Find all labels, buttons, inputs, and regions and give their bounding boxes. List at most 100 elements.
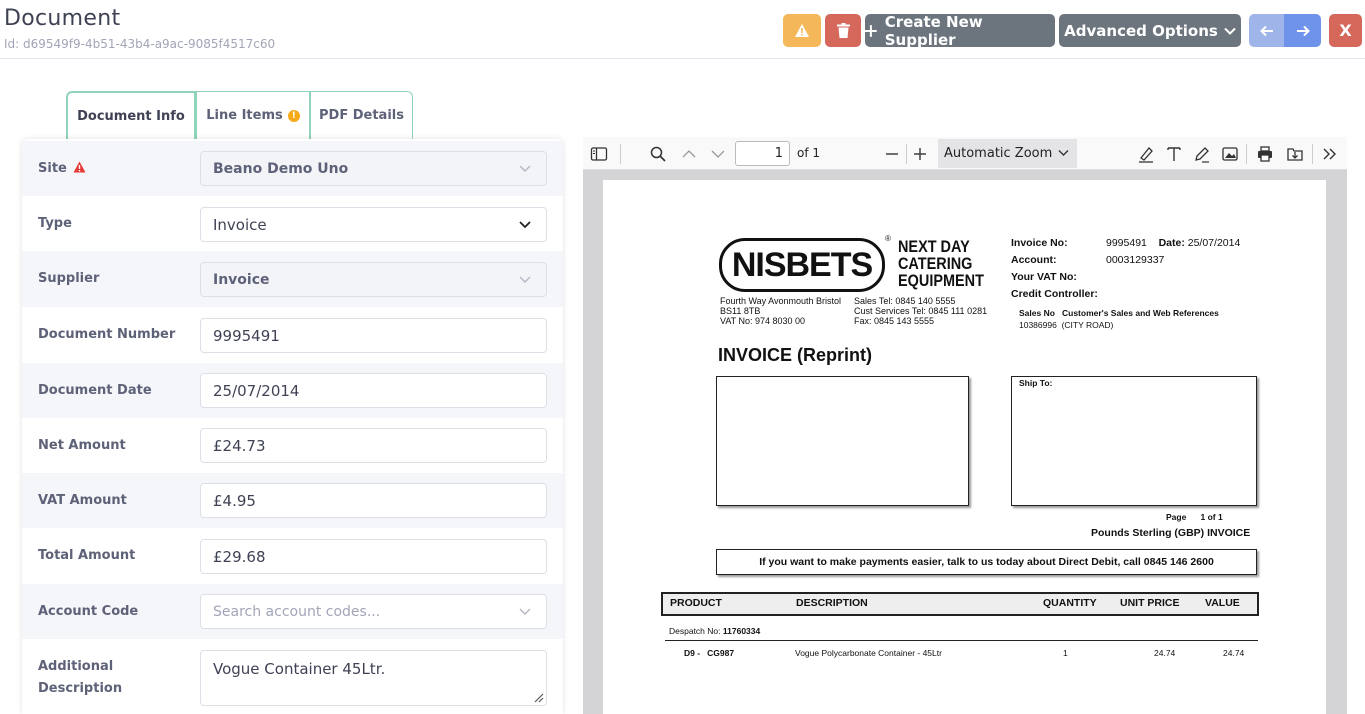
invoice-meta-values: 9995491 Date: 25/07/2014 0003129337: [1106, 237, 1241, 266]
toolbar-divider: [1312, 144, 1313, 164]
supplier-phones: Sales Tel: 0845 140 5555 Cust Services Te…: [854, 296, 988, 326]
pdf-viewer: 1 of 1 Automatic Zoom NISBETS ® NEXT DAY…: [583, 137, 1347, 714]
form-row-document-date: Document Date 25/07/2014: [22, 363, 563, 418]
page-header: Document Id: d69549f9-4b51-43b4-a9ac-908…: [0, 0, 1365, 59]
line-quantity: 1: [1063, 648, 1068, 658]
tab-document-info[interactable]: Document Info: [66, 91, 196, 139]
warning-button[interactable]: [783, 14, 821, 47]
document-id: Id: d69549f9-4b51-43b4-a9ac-9085f4517c60: [4, 37, 276, 51]
form-row-account-code: Account Code Search account codes...: [22, 584, 563, 639]
document-info-form: Site Beano Demo Uno Type Invoice Supplie…: [22, 139, 563, 714]
supplier-select[interactable]: Invoice: [200, 262, 547, 297]
vat-amount-label: VAT Amount: [38, 492, 127, 508]
sidebar-toggle-icon[interactable]: [590, 145, 608, 163]
pdf-page: NISBETS ® NEXT DAY CATERING EQUIPMENT Four…: [603, 180, 1326, 714]
chevron-down-icon: [1224, 27, 1236, 35]
arrow-left-icon: [1259, 25, 1273, 36]
chevron-down-icon: [519, 276, 531, 283]
vat-amount-input[interactable]: £4.95: [200, 483, 547, 518]
advanced-options-button[interactable]: Advanced Options: [1059, 14, 1241, 47]
zoom-select[interactable]: Automatic Zoom: [938, 139, 1077, 168]
draw-icon[interactable]: [1193, 145, 1211, 163]
line-product-code: D9 - CG987: [684, 648, 735, 658]
zoom-out-icon[interactable]: [883, 145, 901, 163]
invoice-heading: INVOICE (Reprint): [718, 345, 873, 365]
document-number-input[interactable]: 9995491: [200, 318, 547, 353]
text-icon[interactable]: [1165, 145, 1183, 163]
double-chevron-right-icon[interactable]: [1321, 145, 1339, 163]
line-items-header: PRODUCT DESCRIPTION QUANTITY UNIT PRICE …: [661, 592, 1259, 616]
document-date-input[interactable]: 25/07/2014: [200, 373, 547, 408]
next-document-button[interactable]: [1284, 14, 1321, 47]
toolbar-divider: [1246, 144, 1247, 164]
type-select[interactable]: Invoice: [200, 207, 547, 242]
close-button[interactable]: X: [1329, 14, 1362, 47]
additional-description-value: Vogue Container 45Ltr.: [213, 660, 386, 678]
line-description: Vogue Polycarbonate Container - 45Ltr: [795, 648, 942, 658]
chevron-down-icon: [519, 221, 531, 229]
ship-to-box: Ship To:: [1011, 376, 1257, 506]
document-date-label: Document Date: [38, 382, 152, 398]
warning-icon: [795, 24, 809, 37]
total-amount-input[interactable]: £29.68: [200, 539, 547, 574]
vat-amount-value: £4.95: [213, 491, 256, 510]
chevron-up-icon[interactable]: [680, 145, 698, 163]
chevron-down-icon: [519, 608, 531, 615]
tab-document-info-label: Document Info: [77, 108, 185, 124]
pdf-toolbar: 1 of 1 Automatic Zoom: [583, 137, 1347, 170]
net-amount-input[interactable]: £24.73: [200, 428, 547, 463]
supplier-label: Supplier: [38, 271, 100, 286]
form-row-net-amount: Net Amount £24.73: [22, 418, 563, 473]
tab-line-items[interactable]: Line Items !: [196, 91, 310, 139]
form-row-supplier: Supplier Invoice: [22, 251, 563, 307]
tagline: NEXT DAY CATERING EQUIPMENT: [898, 237, 984, 290]
image-icon[interactable]: [1221, 145, 1239, 163]
form-row-type: Type Invoice: [22, 196, 563, 251]
print-icon[interactable]: [1256, 145, 1274, 163]
sales-references: Sales No Customer's Sales and Web Refere…: [1019, 308, 1219, 330]
despatch-number: Despatch No: 11760334: [669, 626, 761, 636]
zoom-in-icon[interactable]: [911, 145, 929, 163]
previous-document-button[interactable]: [1249, 14, 1284, 47]
page-total: of 1: [797, 146, 821, 160]
direct-debit-box: If you want to make payments easier, tal…: [716, 549, 1257, 575]
line-value: 24.74: [1223, 648, 1245, 658]
warning-icon: [73, 161, 86, 172]
warning-dot-icon: !: [287, 109, 300, 122]
total-amount-label: Total Amount: [38, 548, 136, 563]
create-new-supplier-button[interactable]: Create New Supplier: [865, 12, 1055, 49]
total-amount-value: £29.68: [213, 547, 266, 566]
toolbar-divider: [620, 144, 621, 164]
zoom-value: Automatic Zoom: [944, 146, 1053, 161]
plus-icon: [865, 24, 877, 37]
currency-label: Pounds Sterling (GBP) INVOICE: [1091, 527, 1251, 539]
line-unit-price: 24.74: [1154, 648, 1176, 658]
chevron-down-icon[interactable]: [709, 145, 727, 163]
arrow-right-icon: [1296, 25, 1310, 36]
form-row-total-amount: Total Amount £29.68: [22, 528, 563, 584]
document-number-value: 9995491: [213, 326, 280, 345]
registered-mark: ®: [885, 234, 891, 243]
download-icon[interactable]: [1286, 145, 1304, 163]
divider: [665, 640, 1258, 641]
type-label: Type: [38, 215, 72, 231]
resize-handle-icon[interactable]: [532, 691, 544, 703]
document-date-value: 25/07/2014: [213, 381, 300, 400]
site-select[interactable]: Beano Demo Uno: [200, 151, 547, 186]
tab-pdf-details[interactable]: PDF Details: [310, 91, 413, 139]
chevron-down-icon: [519, 165, 531, 172]
supplier-value: Invoice: [213, 271, 270, 288]
additional-description-textarea[interactable]: Vogue Container 45Ltr.: [200, 650, 547, 706]
account-code-search[interactable]: Search account codes...: [200, 594, 547, 629]
delete-button[interactable]: [825, 14, 861, 47]
create-new-supplier-label: Create New Supplier: [884, 12, 983, 49]
trash-icon: [836, 23, 850, 38]
net-amount-label: Net Amount: [38, 437, 126, 453]
net-amount-value: £24.73: [213, 436, 266, 455]
account-code-placeholder: Search account codes...: [213, 603, 381, 620]
highlight-icon[interactable]: [1137, 145, 1155, 163]
page-number-input[interactable]: 1: [735, 141, 790, 166]
site-label: Site: [38, 158, 86, 180]
search-icon[interactable]: [649, 145, 667, 163]
form-row-document-number: Document Number 9995491: [22, 307, 563, 363]
